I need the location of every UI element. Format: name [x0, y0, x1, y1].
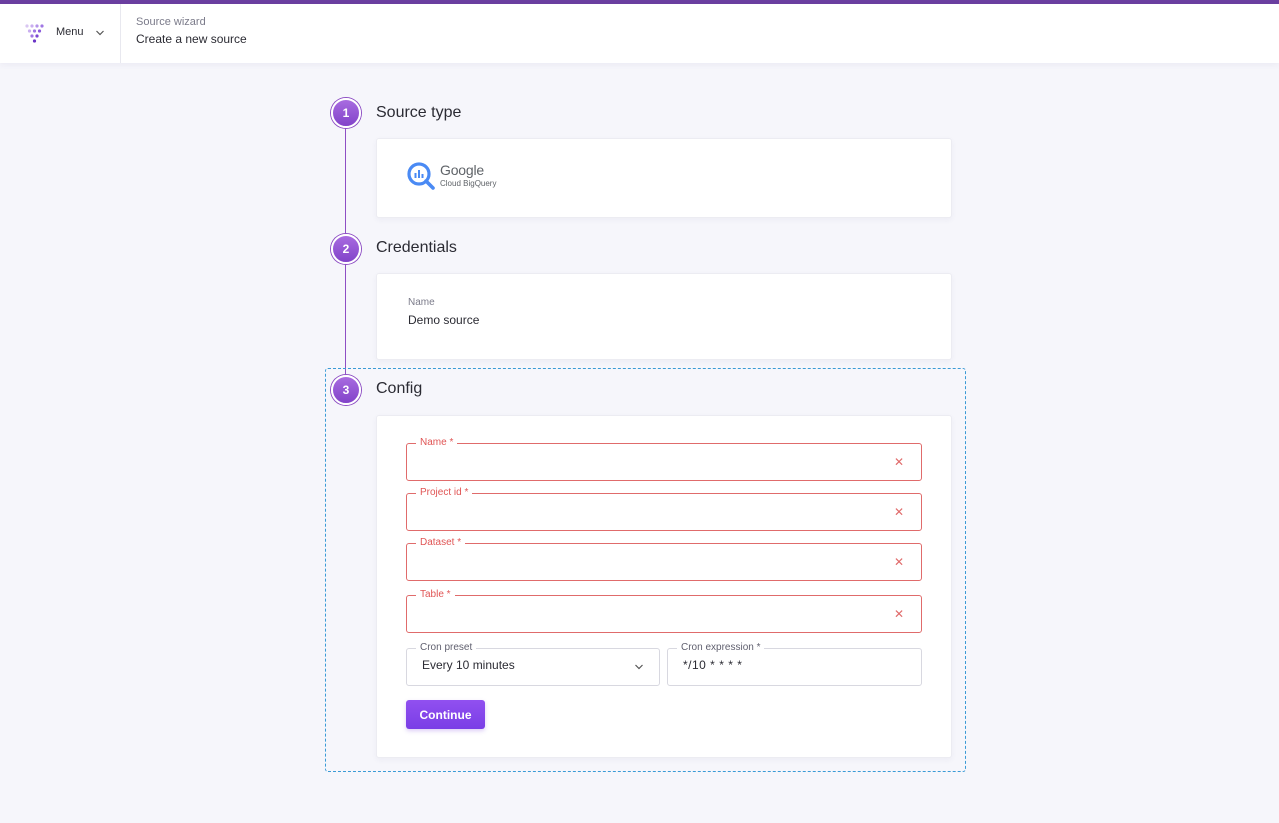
cron-preset-label: Cron preset	[416, 641, 477, 655]
config-project-id-field[interactable]: Project id * ✕	[406, 486, 922, 531]
cron-preset-value: Every 10 minutes	[422, 658, 515, 672]
config-dataset-field[interactable]: Dataset * ✕	[406, 536, 922, 581]
step-3-indicator: 3	[331, 375, 361, 405]
credentials-name-label: Name	[408, 297, 435, 308]
logo-icon	[25, 24, 44, 43]
cron-preset-select[interactable]: Cron preset Every 10 minutes	[406, 641, 660, 686]
config-project-id-label: Project id *	[416, 486, 473, 500]
cron-expression-label: Cron expression *	[677, 641, 765, 655]
close-icon[interactable]: ✕	[893, 455, 905, 469]
config-project-id-input[interactable]	[419, 502, 879, 522]
app-header: Menu Source wizard Create a new source	[0, 4, 1279, 63]
logo-text-google: Google	[440, 162, 484, 178]
bigquery-icon	[407, 162, 435, 190]
config-name-label: Name *	[416, 436, 458, 450]
chevron-down-icon	[635, 664, 643, 670]
step-2-title: Credentials	[376, 239, 457, 256]
config-name-input[interactable]	[419, 452, 879, 472]
source-type-card[interactable]: Google Cloud BigQuery	[376, 138, 952, 218]
menu-button[interactable]: Menu	[0, 4, 121, 63]
chevron-down-icon	[96, 30, 104, 36]
close-icon[interactable]: ✕	[893, 607, 905, 621]
step-2-indicator: 2	[331, 234, 361, 264]
continue-button[interactable]: Continue	[406, 700, 485, 729]
step-1-indicator: 1	[331, 98, 361, 128]
step-3-title: Config	[376, 380, 423, 397]
cron-expression-field[interactable]: Cron expression * */10 * * * *	[667, 641, 922, 686]
close-icon[interactable]: ✕	[893, 555, 905, 569]
step-1-title: Source type	[376, 104, 462, 121]
config-table-input[interactable]	[419, 604, 879, 624]
config-table-label: Table *	[416, 588, 455, 602]
logo-text-bigquery: Cloud BigQuery	[440, 179, 497, 188]
credentials-name-value: Demo source	[408, 313, 480, 327]
cron-expression-value[interactable]: */10 * * * *	[683, 658, 742, 672]
close-icon[interactable]: ✕	[893, 505, 905, 519]
config-name-field[interactable]: Name * ✕	[406, 436, 922, 481]
credentials-card[interactable]: Name Demo source	[376, 273, 952, 360]
breadcrumb: Source wizard	[136, 16, 206, 28]
config-table-field[interactable]: Table * ✕	[406, 588, 922, 633]
config-dataset-input[interactable]	[419, 552, 879, 572]
menu-label: Menu	[56, 26, 84, 38]
config-dataset-label: Dataset *	[416, 536, 466, 550]
page-title: Create a new source	[136, 32, 247, 46]
